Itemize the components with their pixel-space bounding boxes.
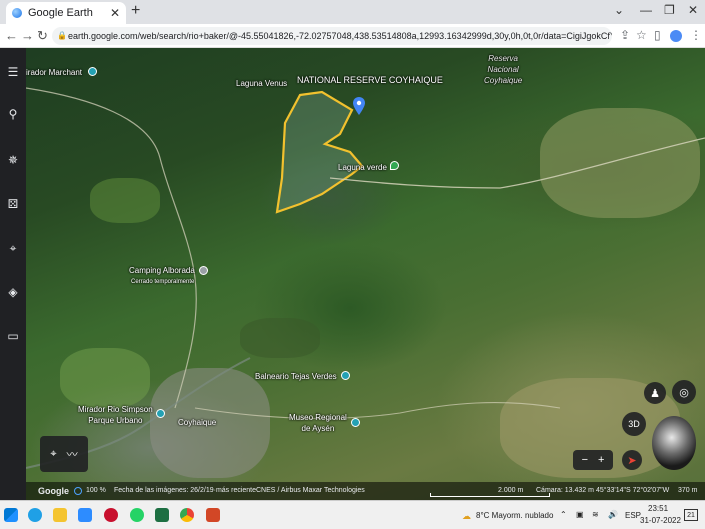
whatsapp-icon[interactable] [130,508,144,522]
back-icon[interactable]: ← [5,28,18,43]
scale-label: 2.000 m [498,487,524,494]
street-view-pegman-icon[interactable]: ♟ [644,382,666,404]
weather-icon: ☁ [462,511,471,521]
scale-bar [430,493,550,497]
bookmark-star-icon[interactable]: ☆ [636,28,647,42]
status-bar: Google 100 % Fecha de las imágenes: 26/2… [26,482,705,500]
label-coyhaique[interactable]: Coyhaique [178,418,216,427]
place-pin-icon[interactable] [88,67,97,76]
excel-icon[interactable] [155,508,169,522]
label-reserve-title: NATIONAL RESERVE COYHAIQUE [297,75,443,85]
chrome-icon[interactable] [180,508,194,522]
maximize-button[interactable]: ❐ [664,3,675,17]
google-earth-favicon-icon [12,8,22,18]
compass-icon[interactable]: ➤ [622,450,642,470]
search-result-pin-icon[interactable] [353,97,365,115]
label-camping-status: Cerrado temporalmente [131,279,195,285]
load-percent: 100 % [86,487,106,494]
minimize-button[interactable]: — [640,3,652,17]
place-pin-icon[interactable] [156,409,165,418]
new-tab-button[interactable]: + [131,2,140,20]
close-tab-icon[interactable]: ✕ [110,6,120,20]
camera-altitude: Cámara: 13.432 m [536,487,594,494]
voyager-icon[interactable]: ✵ [5,152,21,168]
hamburger-menu-icon[interactable]: ☰ [5,64,21,80]
place-tools: ⌖ 〰 [40,436,88,472]
clock-date[interactable]: 31-07-2022 [640,516,681,525]
network-icon[interactable]: ≋ [592,510,599,519]
road [194,401,561,419]
museum-pin-icon[interactable] [351,418,360,427]
windows-start-icon[interactable] [4,508,18,522]
earth-sidebar: ☰ ⚲ ✵ ⚄ ⌖ ◈ ▭ [0,48,26,500]
projects-icon[interactable]: ⌖ [5,240,21,256]
3d-toggle-button[interactable]: 3D [622,412,646,436]
share-icon[interactable]: ⇪ [620,28,630,42]
measure-icon[interactable]: ▭ [5,328,21,344]
label-reserva-nacional[interactable]: Reserva Nacional Coyhaique [484,53,522,86]
imagery-credits: CNES / Airbus Maxar Technologies [256,487,365,494]
lock-icon: 🔒 [57,31,67,40]
clock-time[interactable]: 23:51 [648,504,668,513]
profile-avatar[interactable] [670,30,682,42]
app-icon[interactable] [104,508,118,522]
add-placemark-icon[interactable]: ⌖ [50,448,56,461]
camping-pin-icon[interactable] [199,266,208,275]
coordinates: 45°33'14"S 72°02'07"W [596,487,670,494]
url-field[interactable]: 🔒 earth.google.com/web/search/rio+baker/… [52,27,612,45]
tray-chevron-icon[interactable]: ⌃ [560,510,567,519]
zoom-in-button[interactable]: + [598,454,604,466]
menu-kebab-icon[interactable]: ⋮ [690,28,702,42]
label-mirador-rio-simpson[interactable]: Mirador Rio Simpson Parque Urbano [78,404,153,426]
powerpoint-icon[interactable] [206,508,220,522]
road [25,87,197,409]
url-text: earth.google.com/web/search/rio+baker/@-… [68,31,612,41]
draw-path-icon[interactable]: 〰 [67,446,78,462]
feeling-lucky-icon[interactable]: ⚄ [5,196,21,212]
place-pin-icon[interactable] [341,371,350,380]
side-panel-icon[interactable]: ▯ [654,28,661,42]
park-pin-icon[interactable] [390,161,399,170]
weather-text[interactable]: 8°C Mayorm. nublado [476,511,553,520]
my-location-icon[interactable]: ◎ [672,380,696,404]
label-laguna-verde[interactable]: Laguna verde [338,163,387,172]
address-bar: ← → ↻ 🔒 earth.google.com/web/search/rio+… [0,24,705,48]
tab-google-earth[interactable]: Google Earth ✕ [6,2,126,24]
label-camping-alborada[interactable]: Camping Alborada [129,266,195,275]
zoom-out-button[interactable]: − [582,454,588,466]
tab-bar: Google Earth ✕ + ⌄ — ❐ ✕ [0,0,705,24]
tab-search-icon[interactable]: ⌄ [614,3,624,17]
notifications-badge[interactable]: 21 [684,509,698,521]
label-laguna-venus[interactable]: Laguna Venus [236,79,287,88]
language-indicator[interactable]: ESP [625,511,641,520]
label-balneario[interactable]: Balneario Tejas Verdes [255,372,337,381]
zoom-controls: − + [573,450,613,470]
edge-icon[interactable] [28,508,42,522]
globe-navigator[interactable] [652,416,696,470]
label-mirador-marchant[interactable]: irador Marchant [26,68,82,77]
loading-ring-icon [74,487,82,495]
imagery-date[interactable]: Fecha de las imágenes: 26/2/19·más recie… [114,482,256,500]
elevation: 370 m [678,487,698,494]
reload-icon[interactable]: ↻ [37,28,48,44]
forward-icon[interactable]: → [21,28,34,43]
close-window-button[interactable]: ✕ [688,3,698,17]
label-museo[interactable]: Museo Regional de Aysén [289,412,347,434]
google-logo: Google [38,486,69,496]
tray-app-icon[interactable]: ▣ [576,510,584,519]
zoom-app-icon[interactable] [78,508,92,522]
tab-title: Google Earth [28,7,93,19]
search-icon[interactable]: ⚲ [5,106,21,122]
file-explorer-icon[interactable] [53,508,67,522]
windows-taskbar: ☁ 8°C Mayorm. nublado ⌃ ▣ ≋ 🔊 ESP 23:51 … [0,500,705,529]
map-style-icon[interactable]: ◈ [5,284,21,300]
satellite-map[interactable]: irador Marchant Laguna Venus NATIONAL RE… [0,48,705,500]
reserve-boundary [275,90,364,214]
volume-icon[interactable]: 🔊 [608,510,618,519]
map-overlay [25,87,705,469]
